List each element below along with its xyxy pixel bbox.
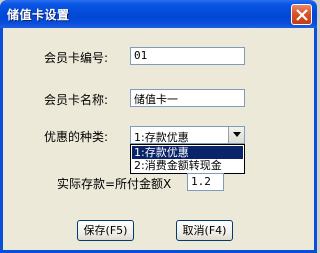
discount-type-label: 优惠的种类: bbox=[44, 130, 109, 144]
dropdown-option-deposit[interactable]: 1:存款优惠 bbox=[132, 146, 243, 159]
dropdown-option-consume[interactable]: 2:消费金额转现金 bbox=[132, 159, 243, 172]
close-button[interactable] bbox=[291, 4, 312, 25]
title-bar[interactable]: 储值卡设置 bbox=[0, 0, 317, 28]
cancel-button[interactable]: 取消(F4) bbox=[176, 220, 233, 241]
window-title: 储值卡设置 bbox=[7, 8, 70, 22]
close-icon bbox=[296, 9, 308, 21]
card-name-input[interactable]: 储值卡一 bbox=[130, 89, 245, 107]
save-button[interactable]: 保存(F5) bbox=[77, 220, 134, 241]
discount-type-select[interactable]: 1:存款优惠 bbox=[130, 126, 245, 144]
discount-type-dropdown: 1:存款优惠 2:消费金额转现金 bbox=[130, 144, 245, 174]
discount-type-selected: 1:存款优惠 bbox=[134, 131, 189, 144]
formula-label: 实际存款=所付金额X bbox=[57, 177, 172, 191]
multiplier-input[interactable]: 1.2 bbox=[187, 173, 224, 191]
dropdown-button[interactable] bbox=[228, 127, 244, 143]
card-number-label: 会员卡编号: bbox=[44, 51, 109, 65]
card-number-input[interactable]: 01 bbox=[130, 47, 245, 65]
chevron-down-icon bbox=[233, 132, 241, 137]
card-name-label: 会员卡名称: bbox=[44, 93, 109, 107]
